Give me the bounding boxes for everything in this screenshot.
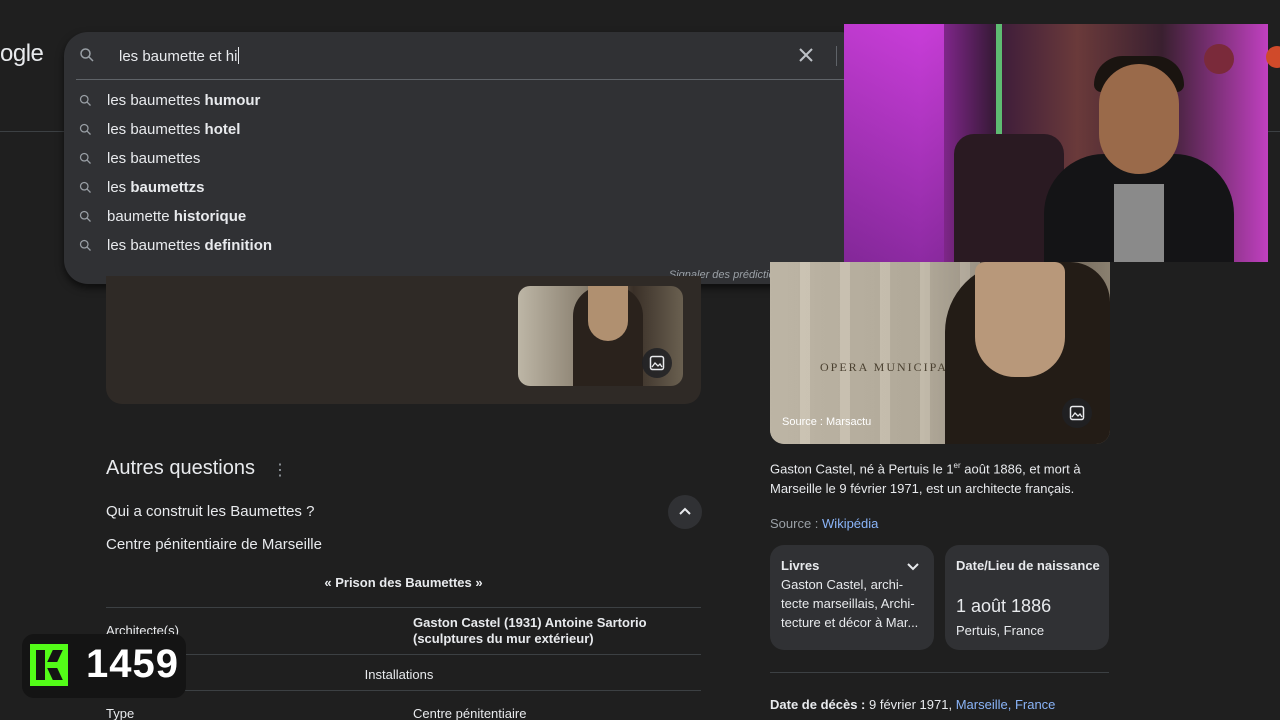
suggestion-item[interactable]: baumette historique <box>64 203 864 232</box>
search-divider <box>836 46 837 66</box>
books-card-text: Gaston Castel, archi-tecte marseillais, … <box>781 577 919 630</box>
more-options-icon[interactable]: ⋮ <box>272 460 288 480</box>
knowledge-panel-source: Source : Wikipédia <box>770 516 879 531</box>
streamer <box>1044 44 1234 262</box>
infobox-section-installations: Installations <box>364 667 434 682</box>
image-sign-text: OPERA MUNICIPAL <box>820 360 958 374</box>
kick-logo-icon <box>30 644 68 686</box>
birth-place: Pertuis, France <box>956 623 1045 638</box>
search-icon <box>78 209 93 229</box>
death-date-row: Date de décès : 9 février 1971, Marseill… <box>770 697 1056 712</box>
search-icon <box>78 180 93 200</box>
suggestion-text: les baumettzs <box>107 179 205 196</box>
death-place-link[interactable]: Marseille, France <box>956 697 1056 712</box>
image-search-button[interactable] <box>642 348 672 378</box>
featured-snippet <box>106 276 701 404</box>
suggestion-text: baumette historique <box>107 208 247 225</box>
kick-viewer-counter: 1459 <box>22 634 186 698</box>
search-input[interactable]: les baumette et hi <box>119 47 240 65</box>
birth-card-title: Date/Lieu de naissance <box>956 558 1100 573</box>
suggestion-item[interactable]: les baumettes <box>64 145 864 174</box>
birth-date: 1 août 1886 <box>956 596 1052 616</box>
search-query-text: les baumette et hi <box>119 48 238 65</box>
infobox-value-architect: Gaston Castel (1931) Antoine Sartorio (s… <box>413 615 647 646</box>
search-icon <box>78 46 96 69</box>
suggestion-text: les baumettes <box>107 150 201 167</box>
image-icon <box>649 355 665 371</box>
birth-card[interactable]: Date/Lieu de naissance 1 août 1886 Pertu… <box>945 545 1109 650</box>
knowledge-panel-image[interactable]: OPERA MUNICIPAL Source : Marsactu <box>770 262 1110 444</box>
infobox-divider <box>106 607 701 608</box>
chevron-up-icon <box>679 507 691 515</box>
search-icon <box>78 151 93 171</box>
wikipedia-link[interactable]: Wikipédia <box>822 516 878 531</box>
search-box[interactable]: les baumette et hi les baumettes humour l… <box>64 32 876 284</box>
featured-image[interactable] <box>518 286 683 386</box>
collapse-question-button[interactable] <box>668 495 702 529</box>
infobox-divider <box>106 690 701 691</box>
suggestion-text: les baumettes definition <box>107 237 273 254</box>
suggestion-text: les baumettes humour <box>107 92 261 109</box>
suggestion-item[interactable]: les baumettzs <box>64 174 864 203</box>
clear-search-button[interactable] <box>794 44 818 68</box>
suggestion-list: les baumettes humour les baumettes hotel l… <box>64 87 864 261</box>
books-card-title: Livres <box>781 558 820 573</box>
text-caret <box>238 47 240 64</box>
close-icon <box>799 48 813 62</box>
image-icon <box>1069 405 1085 421</box>
search-icon <box>78 122 93 142</box>
suggestion-item[interactable]: les baumettes humour <box>64 87 864 116</box>
image-source: Source : Marsactu <box>782 416 872 428</box>
infobox-title: « Prison des Baumettes » <box>324 575 483 590</box>
google-logo[interactable]: ogle <box>0 40 44 68</box>
paa-question[interactable]: Qui a construit les Baumettes ? <box>106 503 314 520</box>
infobox-divider <box>106 654 701 655</box>
people-also-ask-title: Autres questions <box>106 457 255 479</box>
infobox-value-type: Centre pénitentiaire <box>413 706 527 720</box>
infobox-label-type: Type <box>106 706 135 720</box>
search-input-row[interactable]: les baumette et hi <box>76 32 876 80</box>
search-icon <box>78 238 93 258</box>
books-card[interactable]: Livres Gaston Castel, archi-tecte marsei… <box>770 545 934 650</box>
streamer-webcam <box>844 24 1268 262</box>
search-icon <box>78 93 93 113</box>
suggestion-item[interactable]: les baumettes definition <box>64 232 864 261</box>
knowledge-panel-description: Gaston Castel, né à Pertuis le 1er août … <box>770 461 1081 497</box>
paa-answer: Centre pénitentiaire de Marseille <box>106 536 322 553</box>
image-search-button[interactable] <box>1062 398 1092 428</box>
knowledge-panel-divider <box>770 672 1109 673</box>
viewer-count: 1459 <box>86 642 179 686</box>
suggestion-item[interactable]: les baumettes hotel <box>64 116 864 145</box>
suggestion-text: les baumettes hotel <box>107 121 241 138</box>
